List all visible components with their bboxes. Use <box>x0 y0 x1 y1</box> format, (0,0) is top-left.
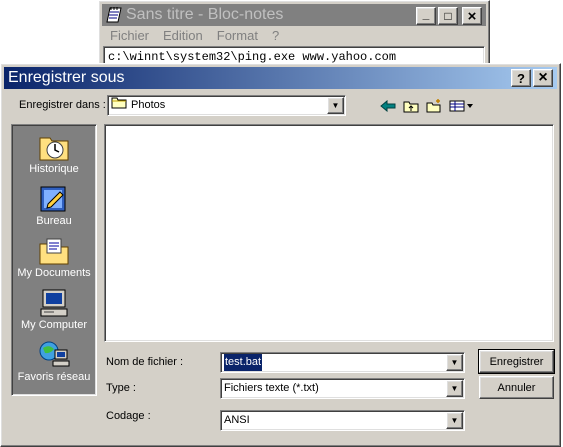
chevron-down-icon[interactable]: ▼ <box>446 412 463 429</box>
menu-edition[interactable]: Edition <box>156 27 210 45</box>
place-label: Bureau <box>36 215 72 227</box>
file-list[interactable] <box>104 124 554 342</box>
places-bar: Historique Bureau My Documents My Comput… <box>11 124 97 396</box>
menu-fichier[interactable]: Fichier <box>103 27 156 45</box>
save-button-label: Enregistrer <box>489 355 544 368</box>
minimize-icon: _ <box>422 7 430 21</box>
place-my-computer[interactable]: My Computer <box>12 287 96 339</box>
dialog-title-bar[interactable]: Enregistrer sous ? × <box>4 67 557 89</box>
cancel-button[interactable]: Annuler <box>479 376 554 399</box>
place-label: Historique <box>29 163 79 175</box>
cancel-button-label: Annuler <box>497 381 536 394</box>
save-as-dialog: Enregistrer sous ? × Enregistrer dans : … <box>0 63 561 447</box>
my-documents-icon <box>37 235 71 267</box>
place-label: Favoris réseau <box>17 371 91 383</box>
filename-combo[interactable]: test.bat ▼ <box>220 352 465 373</box>
notepad-title-bar[interactable]: Sans titre - Bloc-notes _ □ × <box>102 4 486 26</box>
folder-icon <box>111 96 127 115</box>
place-label: My Computer <box>20 319 88 331</box>
save-button[interactable]: Enregistrer <box>478 349 555 374</box>
view-menu-icon[interactable] <box>448 98 474 114</box>
place-historique[interactable]: Historique <box>12 131 96 183</box>
notepad-icon <box>106 6 124 24</box>
help-icon: ? <box>517 70 525 86</box>
my-computer-icon <box>37 287 71 319</box>
minimize-button[interactable]: _ <box>416 7 436 25</box>
new-folder-icon[interactable] <box>425 98 443 114</box>
chevron-down-icon[interactable]: ▼ <box>446 354 463 371</box>
encoding-combo[interactable]: ANSI ▼ <box>220 410 465 431</box>
close-icon: × <box>538 69 548 86</box>
notepad-menu-bar: Fichier Edition Format ? <box>103 27 286 45</box>
encoding-label: Codage : <box>106 410 151 422</box>
back-arrow-icon[interactable] <box>379 98 397 114</box>
desktop-icon <box>37 183 71 215</box>
network-places-icon <box>37 339 71 371</box>
place-label: My Documents <box>17 267 91 279</box>
save-in-combo[interactable]: Photos ▼ <box>107 95 346 116</box>
maximize-icon: □ <box>444 9 452 23</box>
filename-input[interactable]: test.bat <box>224 354 263 371</box>
place-bureau[interactable]: Bureau <box>12 183 96 235</box>
save-in-label: Enregistrer dans : <box>19 99 106 111</box>
type-combo[interactable]: Fichiers texte (*.txt) ▼ <box>220 378 465 399</box>
history-icon <box>37 131 71 163</box>
notepad-title: Sans titre - Bloc-notes <box>126 6 284 23</box>
dialog-close-button[interactable]: × <box>533 69 553 87</box>
save-in-value: Photos <box>131 99 166 111</box>
chevron-down-icon[interactable]: ▼ <box>327 97 344 114</box>
maximize-button[interactable]: □ <box>438 7 458 25</box>
up-folder-icon[interactable] <box>402 98 420 114</box>
menu-format[interactable]: Format <box>210 27 265 45</box>
type-label: Type : <box>106 382 136 394</box>
type-value: Fichiers texte (*.txt) <box>224 382 319 394</box>
chevron-down-icon[interactable]: ▼ <box>446 380 463 397</box>
encoding-value: ANSI <box>224 414 250 426</box>
dialog-toolbar <box>379 97 474 115</box>
place-my-documents[interactable]: My Documents <box>12 235 96 287</box>
place-favoris-reseau[interactable]: Favoris réseau <box>12 339 96 391</box>
close-button[interactable]: × <box>462 7 482 25</box>
dialog-title: Enregistrer sous <box>8 69 125 86</box>
help-button[interactable]: ? <box>511 69 531 87</box>
menu-help[interactable]: ? <box>265 27 286 45</box>
notepad-window: Sans titre - Bloc-notes _ □ × Fichier Ed… <box>98 0 490 70</box>
filename-label: Nom de fichier : <box>106 356 184 368</box>
close-icon: × <box>467 7 477 25</box>
